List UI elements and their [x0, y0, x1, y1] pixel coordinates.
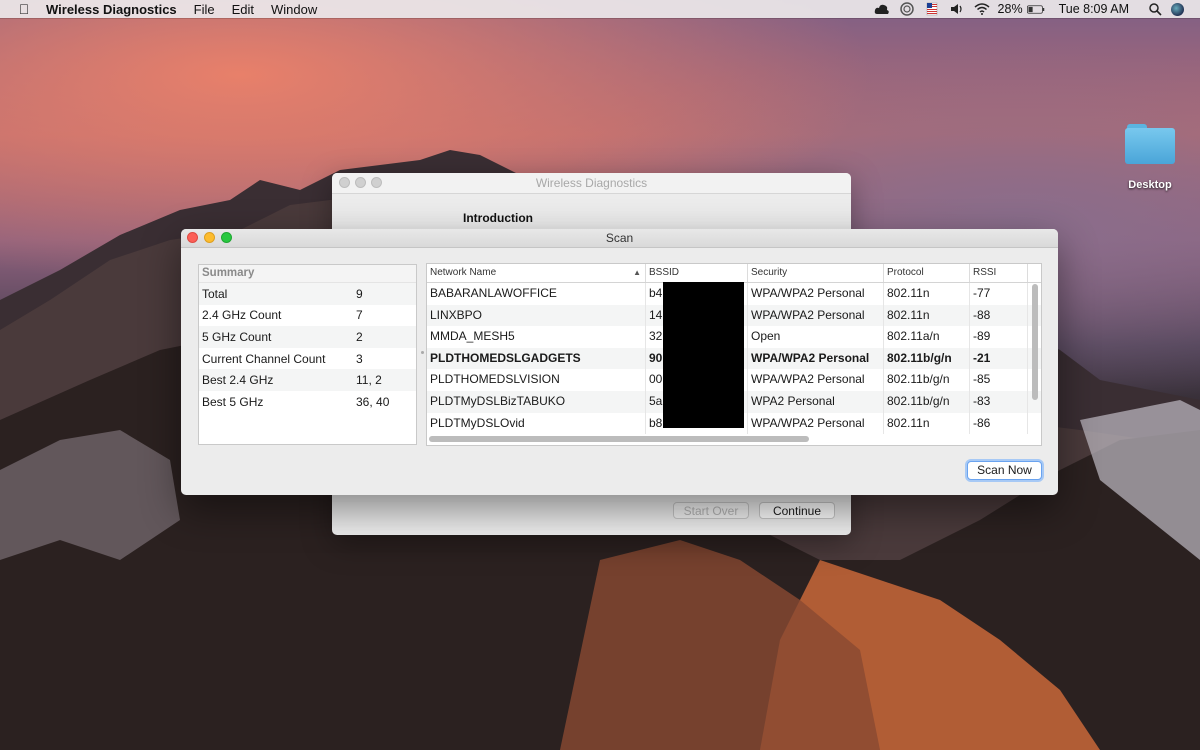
cell-protocol: 802.11n — [884, 304, 970, 327]
creative-cloud-icon[interactable] — [873, 2, 891, 16]
column-header-security[interactable]: Security — [748, 264, 884, 282]
cell-protocol: 802.11a/n — [884, 326, 970, 348]
summary-label: Best 2.4 GHz — [202, 373, 274, 388]
summary-row[interactable]: 5 GHz Count 2 — [199, 326, 416, 348]
start-over-button[interactable]: Start Over — [673, 502, 749, 519]
siri-icon[interactable] — [1171, 2, 1184, 16]
folder-icon — [1125, 124, 1175, 164]
cell-security: WPA/WPA2 Personal — [748, 369, 884, 391]
summary-row[interactable]: 2.4 GHz Count 7 — [199, 305, 416, 327]
horizontal-scrollbar[interactable] — [429, 436, 809, 442]
cell-protocol: 802.11n — [884, 412, 970, 435]
summary-label: Best 5 GHz — [202, 394, 264, 409]
cell-rssi: -86 — [970, 412, 1028, 435]
summary-value: 7 — [356, 308, 363, 323]
desktop-folder-label: Desktop — [1128, 179, 1172, 191]
volume-icon[interactable] — [948, 2, 966, 16]
column-header-bssid[interactable]: BSSID — [646, 264, 748, 282]
cell-network-name: BABARANLAWOFFICE — [427, 283, 646, 305]
menu-file[interactable]: File — [194, 2, 215, 17]
window-titlebar[interactable]: Wireless Diagnostics — [332, 173, 851, 194]
cell-protocol: 802.11b/g/n — [884, 369, 970, 391]
cell-network-name: LINXBPO — [427, 304, 646, 327]
column-header-protocol[interactable]: Protocol — [884, 264, 970, 282]
cell-protocol: 802.11b/g/n — [884, 347, 970, 370]
window-title: Scan — [605, 231, 634, 245]
window-title: Wireless Diagnostics — [535, 176, 648, 190]
menu-app-name[interactable]: Wireless Diagnostics — [46, 2, 177, 17]
summary-value: 2 — [356, 329, 363, 344]
cell-security: Open — [748, 326, 884, 348]
zoom-button[interactable] — [371, 177, 382, 188]
menu-window[interactable]: Window — [271, 2, 317, 17]
summary-value: 11, 2 — [356, 373, 382, 388]
menu-bar:  Wireless Diagnostics File Edit Window … — [0, 0, 1200, 18]
summary-label: Total — [202, 286, 228, 301]
cell-protocol: 802.11b/g/n — [884, 390, 970, 413]
cell-security: WPA/WPA2 Personal — [748, 283, 884, 305]
cell-security: WPA/WPA2 Personal — [748, 347, 884, 370]
cell-rssi: -89 — [970, 326, 1028, 348]
continue-button[interactable]: Continue — [759, 502, 835, 519]
cell-network-name: PLDTMyDSLOvid — [427, 412, 646, 435]
zoom-button[interactable] — [221, 232, 232, 243]
cell-network-name: MMDA_MESH5 — [427, 326, 646, 348]
summary-row[interactable]: Total 9 — [199, 283, 416, 305]
cell-rssi: -83 — [970, 390, 1028, 413]
summary-row[interactable]: Best 5 GHz 36, 40 — [199, 391, 416, 413]
table-header: Network Name ▲ BSSID Security Protocol RS… — [427, 264, 1041, 283]
cell-network-name: PLDTHOMEDSLGADGETS — [427, 347, 646, 370]
status-area: 28% Tue 8:09 AM — [873, 0, 1200, 18]
cell-rssi: -85 — [970, 369, 1028, 391]
bssid-redaction — [663, 282, 744, 428]
summary-value: 3 — [356, 351, 363, 366]
cell-network-name: PLDTMyDSLBizTABUKO — [427, 390, 646, 413]
search-icon[interactable] — [1146, 2, 1164, 16]
summary-header: Summary — [199, 265, 416, 283]
vertical-scrollbar[interactable] — [1032, 284, 1038, 400]
summary-label: Current Channel Count — [202, 351, 326, 366]
cell-rssi: -88 — [970, 304, 1028, 327]
minimize-button[interactable] — [204, 232, 215, 243]
activity-icon[interactable] — [898, 2, 916, 16]
summary-row[interactable]: Best 2.4 GHz 11, 2 — [199, 369, 416, 391]
cell-network-name: PLDTHOMEDSLVISION — [427, 369, 646, 391]
cell-protocol: 802.11n — [884, 283, 970, 305]
minimize-button[interactable] — [355, 177, 366, 188]
flag-icon[interactable] — [923, 2, 941, 16]
cell-security: WPA/WPA2 Personal — [748, 304, 884, 327]
scan-now-button[interactable]: Scan Now — [967, 461, 1042, 480]
cell-rssi: -77 — [970, 283, 1028, 305]
summary-label: 5 GHz Count — [202, 329, 272, 344]
summary-value: 9 — [356, 286, 363, 301]
wifi-icon[interactable] — [973, 2, 991, 16]
summary-label: 2.4 GHz Count — [202, 308, 282, 323]
networks-table: Network Name ▲ BSSID Security Protocol RS… — [426, 263, 1042, 446]
close-button[interactable] — [339, 177, 350, 188]
column-header-rssi[interactable]: RSSI — [970, 264, 1028, 282]
apple-logo-icon[interactable]:  — [16, 1, 32, 17]
scan-window: Scan Summary Total 9 2.4 GHz Count 7 5 GHz… — [181, 229, 1058, 495]
page-heading: Introduction — [463, 211, 533, 225]
split-view-divider[interactable] — [421, 351, 424, 354]
cell-rssi: -21 — [970, 347, 1028, 370]
close-button[interactable] — [187, 232, 198, 243]
desktop-folder[interactable]: Desktop — [1120, 124, 1180, 191]
clock[interactable]: Tue 8:09 AM — [1059, 2, 1129, 16]
menu-edit[interactable]: Edit — [232, 2, 254, 17]
battery-icon[interactable] — [1026, 2, 1045, 16]
battery-percent: 28% — [997, 2, 1023, 16]
summary-table: Summary Total 9 2.4 GHz Count 7 5 GHz Coun… — [198, 264, 417, 445]
sort-ascending-icon: ▲ — [633, 268, 641, 277]
summary-value: 36, 40 — [356, 394, 390, 409]
summary-row[interactable]: Current Channel Count 3 — [199, 348, 416, 370]
cell-security: WPA2 Personal — [748, 390, 884, 413]
cell-security: WPA/WPA2 Personal — [748, 412, 884, 435]
window-titlebar[interactable]: Scan — [181, 229, 1058, 248]
column-header-network-name[interactable]: Network Name ▲ — [427, 264, 646, 282]
